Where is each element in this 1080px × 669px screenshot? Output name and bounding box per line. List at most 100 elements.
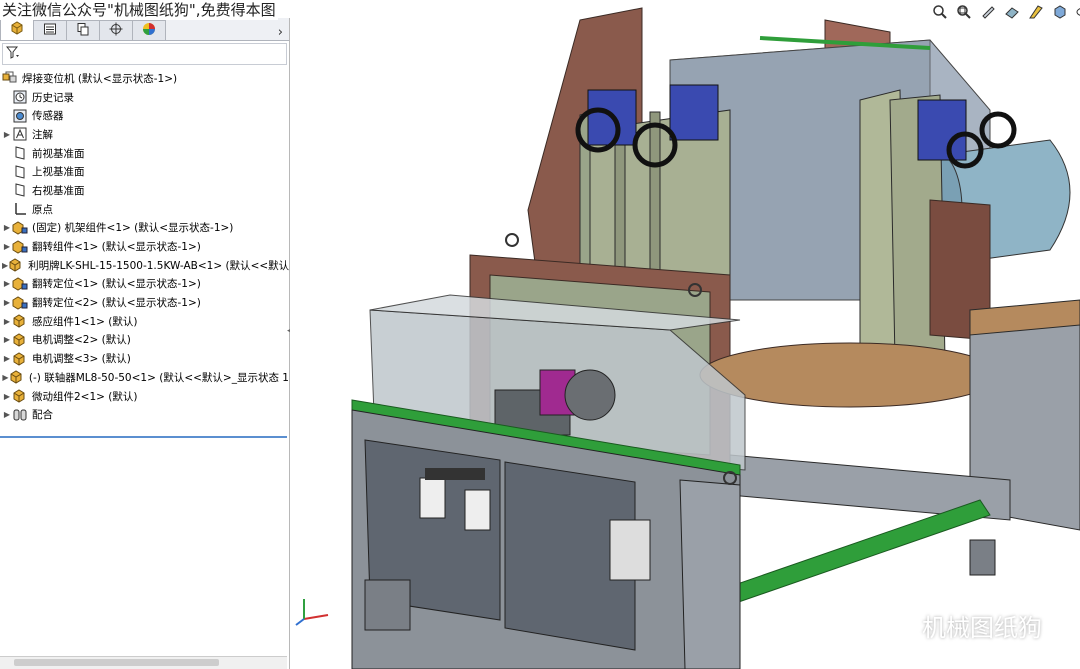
tab-configuration-manager[interactable] [66, 20, 100, 40]
tree-item-label: 右视基准面 [32, 184, 85, 197]
view-orientation-icon[interactable] [1050, 3, 1070, 21]
tree-item[interactable]: ▶ 感应组件1<1> (默认) [0, 312, 289, 331]
tree-item-label: 原点 [32, 203, 53, 216]
part-icon [9, 370, 25, 384]
tree-item-label: 配合 [32, 409, 53, 422]
tree-item[interactable]: ▶ 翻转定位<1> (默认<显示状态-1>) [0, 275, 289, 294]
tree-item-label: 注解 [32, 128, 53, 141]
tabs-more-chevron-icon[interactable]: › [278, 25, 283, 40]
assembly-icon [12, 239, 28, 254]
mates-icon [12, 408, 28, 422]
tab-dimxpert-manager[interactable] [99, 20, 133, 40]
assembly-icon [2, 71, 18, 85]
plane-icon [12, 183, 28, 198]
sensor-icon [12, 109, 28, 123]
part-icon [12, 352, 28, 366]
plane-icon [12, 165, 28, 179]
feature-tree-icon [10, 21, 24, 38]
horizontal-scrollbar[interactable] [0, 656, 287, 669]
section-view-icon[interactable] [1002, 3, 1022, 21]
assembly-icon [12, 296, 28, 310]
assembly-icon [12, 277, 28, 291]
expand-arrow-icon[interactable]: ▶ [2, 373, 9, 382]
expand-arrow-icon[interactable]: ▶ [2, 279, 12, 288]
tree-item-label: 前视基准面 [32, 147, 85, 160]
tree-item[interactable]: ▶ 电机调整<2> (默认) [0, 331, 289, 350]
expand-arrow-icon[interactable]: ▶ [2, 354, 12, 363]
tree-item[interactable]: ▶ (-) 联轴器ML8-50-50<1> (默认<<默认>_显示状态 1 [0, 368, 289, 387]
previous-view-icon[interactable] [978, 3, 998, 21]
expand-arrow-icon[interactable]: ▶ [2, 392, 12, 401]
tree-root-label: 焊接变位机 (默认<显示状态-1>) [22, 72, 178, 85]
zoom-to-area-icon[interactable] [954, 3, 974, 21]
tree-item[interactable]: ▶ 电机调整<3> (默认) [0, 349, 289, 368]
tree-item[interactable]: 传感器 [0, 106, 289, 125]
tree-item-label: (固定) 机架组件<1> (默认<显示状态-1>) [32, 222, 234, 235]
tree-item[interactable]: ▶ 翻转组件<1> (默认<显示状态-1>) [0, 237, 289, 256]
tree-item[interactable]: ▶ 注解 [0, 125, 289, 144]
tree-item[interactable]: 上视基准面 [0, 162, 289, 181]
tree-item-label: 翻转定位<2> (默认<显示状态-1>) [32, 297, 201, 310]
expand-arrow-icon[interactable]: ▶ [2, 242, 12, 251]
tree-item[interactable]: 前视基准面 [0, 144, 289, 163]
tree-root[interactable]: 焊接变位机 (默认<显示状态-1>) [0, 69, 289, 88]
wechat-icon [880, 609, 916, 643]
tab-feature-tree[interactable] [0, 18, 34, 40]
assembly-icon [12, 221, 28, 235]
feature-tree: 焊接变位机 (默认<显示状态-1>) 历史记录传感器 ▶ 注解前视基准面上视基准面右… [0, 69, 289, 424]
crosshair-icon [109, 22, 123, 39]
expand-arrow-icon[interactable]: ▶ [2, 223, 12, 232]
expand-arrow-icon[interactable]: ▶ [2, 298, 12, 307]
configuration-manager-icon [76, 22, 90, 39]
hide-show-items-icon[interactable] [1074, 3, 1080, 21]
expand-arrow-icon[interactable]: ▶ [2, 317, 12, 326]
display-manager-icon [142, 22, 156, 39]
tree-item[interactable]: ▶ 微动组件2<1> (默认) [0, 387, 289, 406]
tree-item[interactable]: 右视基准面 [0, 181, 289, 200]
graphics-viewport[interactable]: 机械图纸狗 [290, 0, 1080, 669]
tree-item-label: 历史记录 [32, 91, 74, 104]
watermark-text: 关注微信公众号"机械图纸狗",免费得本图 [0, 0, 278, 20]
tree-item-label: 传感器 [32, 110, 64, 123]
tree-item-label: 翻转定位<1> (默认<显示状态-1>) [32, 278, 201, 291]
expand-arrow-icon[interactable]: ▶ [2, 335, 12, 344]
tree-item-label: 翻转组件<1> (默认<显示状态-1>) [32, 241, 201, 254]
tree-item-label: 感应组件1<1> (默认) [32, 315, 138, 328]
tree-item-label: 利明牌LK-SHL-15-1500-1.5KW-AB<1> (默认<<默认 [28, 259, 289, 272]
tab-display-manager[interactable] [132, 20, 166, 40]
assembly-3d-view [351, 7, 1080, 669]
tree-item-label: 微动组件2<1> (默认) [32, 390, 138, 403]
feature-manager-tabs: › [0, 18, 289, 41]
expand-arrow-icon[interactable]: ▶ [2, 410, 12, 419]
tree-item[interactable]: ▶ 配合 [0, 405, 289, 424]
tree-bottom-separator [0, 436, 287, 438]
tree-item[interactable]: ▶ 翻转定位<2> (默认<显示状态-1>) [0, 293, 289, 312]
tree-item-label: (-) 联轴器ML8-50-50<1> (默认<<默认>_显示状态 1 [28, 371, 289, 384]
heads-up-view-toolbar [930, 2, 1080, 22]
tree-filter-field[interactable] [2, 43, 287, 65]
zoom-to-fit-icon[interactable] [930, 3, 950, 21]
property-manager-icon [43, 22, 57, 39]
feature-manager-panel: › 焊接变位机 (默认<显示状态-1>) 历史记录传感器 ▶ 注解前视基准面上视基准… [0, 18, 290, 669]
annotation-icon [12, 127, 28, 141]
origin-icon [12, 202, 28, 216]
filter-icon [5, 46, 20, 62]
tree-item[interactable]: ▶ (固定) 机架组件<1> (默认<显示状态-1>) [0, 219, 289, 238]
part-icon [12, 333, 28, 347]
expand-arrow-icon[interactable]: ▶ [2, 130, 12, 139]
history-icon [12, 90, 28, 104]
tree-item[interactable]: ▶ 利明牌LK-SHL-15-1500-1.5KW-AB<1> (默认<<默认 [0, 256, 289, 275]
plane-icon [12, 146, 28, 160]
reference-triad-icon [294, 595, 334, 627]
part-icon [12, 389, 28, 403]
dynamic-annotation-icon[interactable] [1026, 3, 1046, 21]
tree-item-label: 上视基准面 [32, 166, 85, 179]
part-icon [12, 314, 28, 328]
brand-watermark: 机械图纸狗 [880, 608, 1042, 643]
tab-property-manager[interactable] [33, 20, 67, 40]
scrollbar-thumb[interactable] [14, 659, 219, 666]
tree-item[interactable]: 原点 [0, 200, 289, 219]
tree-item-label: 电机调整<3> (默认) [32, 353, 131, 366]
part-icon [8, 258, 24, 272]
tree-item[interactable]: 历史记录 [0, 88, 289, 107]
